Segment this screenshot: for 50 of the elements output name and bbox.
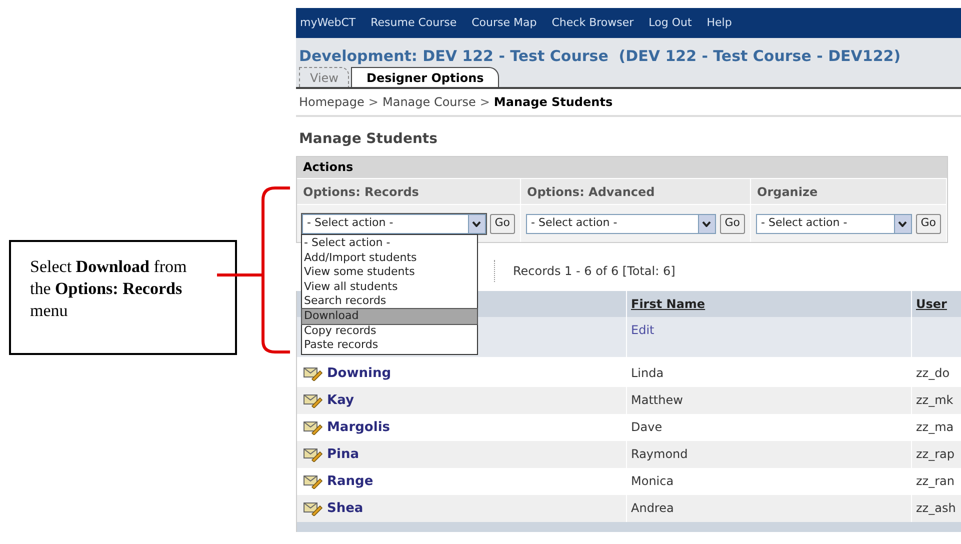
dropdown-option[interactable]: Copy records bbox=[302, 324, 477, 338]
callout-box: Select Download from the Options: Records menu bbox=[9, 240, 237, 355]
dropdown-option[interactable]: - Select action - bbox=[302, 236, 477, 251]
breadcrumb-separator: > bbox=[480, 94, 490, 111]
nav-link[interactable]: myWebCT bbox=[300, 14, 356, 32]
envelope-pencil-icon[interactable] bbox=[303, 474, 323, 489]
nav-link[interactable]: Course Map bbox=[472, 14, 537, 32]
go-button[interactable]: Go bbox=[720, 214, 745, 234]
column-heading: Options: Advanced bbox=[521, 178, 751, 204]
dropdown-caret-icon bbox=[702, 220, 712, 226]
tab[interactable]: Designer Options bbox=[351, 67, 499, 87]
nav-link[interactable]: Resume Course bbox=[370, 14, 457, 32]
envelope-pencil-icon[interactable] bbox=[303, 501, 323, 516]
go-button[interactable]: Go bbox=[490, 214, 515, 234]
dropdown-option[interactable]: View all students bbox=[302, 280, 477, 294]
dropdown-option[interactable]: Paste records bbox=[302, 338, 477, 353]
records-count: Records 1 - 6 of 6 [Total: 6] bbox=[513, 263, 676, 280]
envelope-pencil-icon[interactable] bbox=[303, 447, 323, 462]
tab[interactable]: View bbox=[299, 67, 350, 87]
action-select[interactable]: - Select action - bbox=[756, 214, 912, 234]
dropdown-caret-icon bbox=[898, 220, 908, 226]
column-heading: Options: Records bbox=[297, 178, 521, 204]
breadcrumb-separator: > bbox=[368, 94, 378, 111]
page-heading: Manage Students bbox=[298, 130, 438, 149]
actions-title: Actions bbox=[297, 157, 947, 178]
dropdown-option[interactable]: Download bbox=[302, 308, 477, 324]
nav-link[interactable]: Help bbox=[706, 14, 732, 32]
course-title: Development: DEV 122 - Test Course (DEV 122 - Test Course - DEV122) bbox=[298, 47, 902, 65]
column-heading: Organize bbox=[751, 178, 947, 204]
last-name-link[interactable]: Kay bbox=[327, 390, 354, 410]
action-select[interactable]: - Select action - bbox=[302, 214, 486, 234]
breadcrumb-link[interactable]: Homepage bbox=[299, 93, 364, 111]
nav-link[interactable]: Check Browser bbox=[552, 14, 634, 32]
last-name-link[interactable]: Range bbox=[327, 472, 374, 492]
last-name-link[interactable]: Pina bbox=[327, 444, 360, 464]
envelope-pencil-icon[interactable] bbox=[303, 420, 323, 435]
dropdown-caret-icon bbox=[472, 220, 482, 226]
envelope-pencil-icon[interactable] bbox=[303, 393, 323, 408]
envelope-pencil-icon[interactable] bbox=[303, 366, 323, 381]
dropdown-option[interactable]: Search records bbox=[302, 294, 477, 309]
last-name-link[interactable]: Downing bbox=[327, 364, 392, 384]
dropdown-option[interactable]: View some students bbox=[302, 265, 477, 280]
action-select[interactable]: - Select action - bbox=[526, 214, 716, 234]
breadcrumb-current: Manage Students bbox=[494, 94, 613, 111]
nav-link[interactable]: Log Out bbox=[648, 14, 692, 32]
breadcrumb-link[interactable]: Manage Course bbox=[382, 93, 476, 111]
dropdown-option[interactable]: Add/Import students bbox=[302, 250, 477, 266]
last-name-link[interactable]: Shea bbox=[327, 498, 364, 518]
last-name-link[interactable]: Margolis bbox=[327, 418, 390, 438]
go-button[interactable]: Go bbox=[916, 214, 941, 234]
